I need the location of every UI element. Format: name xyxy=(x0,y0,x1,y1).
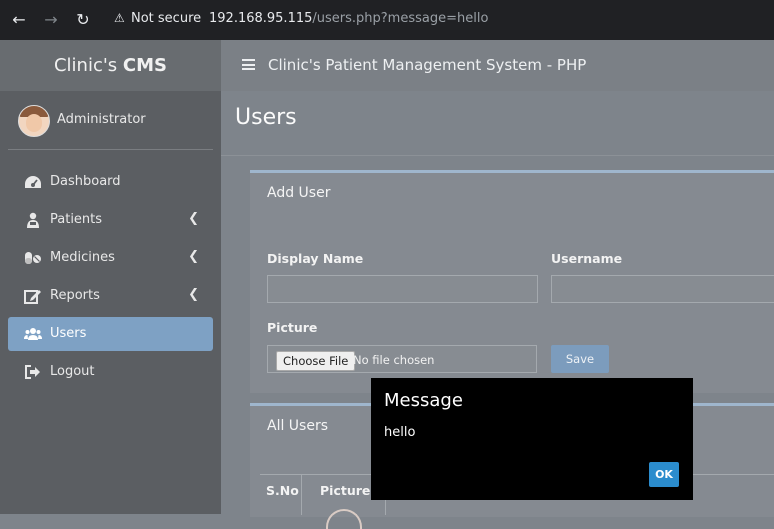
browser-toolbar: ← → ↻ ⚠ Not secure 192.168.95.115/users.… xyxy=(0,0,774,40)
address-bar[interactable]: ⚠ Not secure 192.168.95.115/users.php?me… xyxy=(104,5,774,35)
edit-icon xyxy=(24,290,41,304)
column-header-sno: S.No xyxy=(266,483,299,498)
avatar xyxy=(18,105,50,137)
file-status: No file chosen xyxy=(353,353,435,367)
brand-bold: CMS xyxy=(122,55,168,76)
message-dialog: Message hello OK xyxy=(371,378,693,500)
sidebar-item-medicines[interactable]: Medicines ❮ xyxy=(8,241,213,275)
url-host: 192.168.95.115 xyxy=(209,11,313,26)
reload-icon[interactable]: ↻ xyxy=(73,10,93,30)
url-path: /users.php?message=hello xyxy=(312,11,489,26)
sidebar-item-label: Medicines xyxy=(50,250,115,265)
users-icon xyxy=(24,328,42,340)
display-name-label: Display Name xyxy=(267,251,364,266)
user-panel: Administrator xyxy=(8,91,213,150)
security-label[interactable]: Not secure xyxy=(131,11,201,26)
forward-icon[interactable]: → xyxy=(41,10,61,30)
header-title: Clinic's Patient Management System - PHP xyxy=(268,56,587,74)
ok-button[interactable]: OK xyxy=(649,462,679,487)
brand-logo[interactable]: Clinic's CMS xyxy=(0,40,221,91)
add-user-title: Add User xyxy=(267,185,331,201)
logout-icon xyxy=(25,365,40,379)
sidebar-item-label: Logout xyxy=(50,364,95,379)
all-users-title: All Users xyxy=(267,418,329,434)
dialog-title: Message xyxy=(384,390,463,411)
dialog-message: hello xyxy=(384,425,416,440)
sidebar-item-label: Reports xyxy=(50,288,100,303)
sidebar-item-reports[interactable]: Reports ❮ xyxy=(8,279,213,313)
sidebar-item-label: Patients xyxy=(50,212,103,227)
display-name-field[interactable] xyxy=(267,275,538,303)
add-user-card: Add User Display Name Username Picture C… xyxy=(250,170,774,393)
picture-label: Picture xyxy=(267,320,318,335)
pills-icon xyxy=(25,252,41,264)
choose-file-button[interactable]: Choose File xyxy=(276,351,356,371)
content-header: Users xyxy=(221,91,774,156)
chevron-left-icon: ❮ xyxy=(188,249,199,264)
page-title: Users xyxy=(235,105,297,130)
sidebar-menu: Dashboard Patients ❮ Medicines ❮ Reports… xyxy=(8,165,213,393)
user-name: Administrator xyxy=(57,112,146,127)
sidebar-item-logout[interactable]: Logout xyxy=(8,355,213,389)
sidebar-item-patients[interactable]: Patients ❮ xyxy=(8,203,213,237)
username-field[interactable] xyxy=(551,275,774,303)
back-icon[interactable]: ← xyxy=(9,10,29,30)
chevron-left-icon: ❮ xyxy=(188,287,199,302)
column-header-picture: Picture xyxy=(320,483,371,498)
picture-file-input[interactable]: Choose File No file chosen xyxy=(267,345,537,373)
patient-icon xyxy=(27,212,39,228)
sidebar-item-users[interactable]: Users xyxy=(8,317,213,351)
warning-icon[interactable]: ⚠ xyxy=(114,11,125,25)
chevron-left-icon: ❮ xyxy=(188,211,199,226)
sidebar-item-label: Users xyxy=(50,326,87,341)
url-text[interactable]: 192.168.95.115/users.php?message=hello xyxy=(209,11,488,26)
user-photo xyxy=(326,509,362,529)
save-button[interactable]: Save xyxy=(551,345,609,373)
main-header: Clinic's Patient Management System - PHP xyxy=(221,40,774,91)
menu-toggle-icon[interactable] xyxy=(242,59,255,70)
sidebar-item-label: Dashboard xyxy=(50,174,121,189)
username-label: Username xyxy=(551,251,623,266)
dashboard-icon xyxy=(25,176,41,188)
brand-prefix: Clinic's xyxy=(53,55,123,76)
sidebar: Clinic's CMS Administrator Dashboard Pat… xyxy=(0,40,221,514)
sidebar-item-dashboard[interactable]: Dashboard xyxy=(8,165,213,199)
